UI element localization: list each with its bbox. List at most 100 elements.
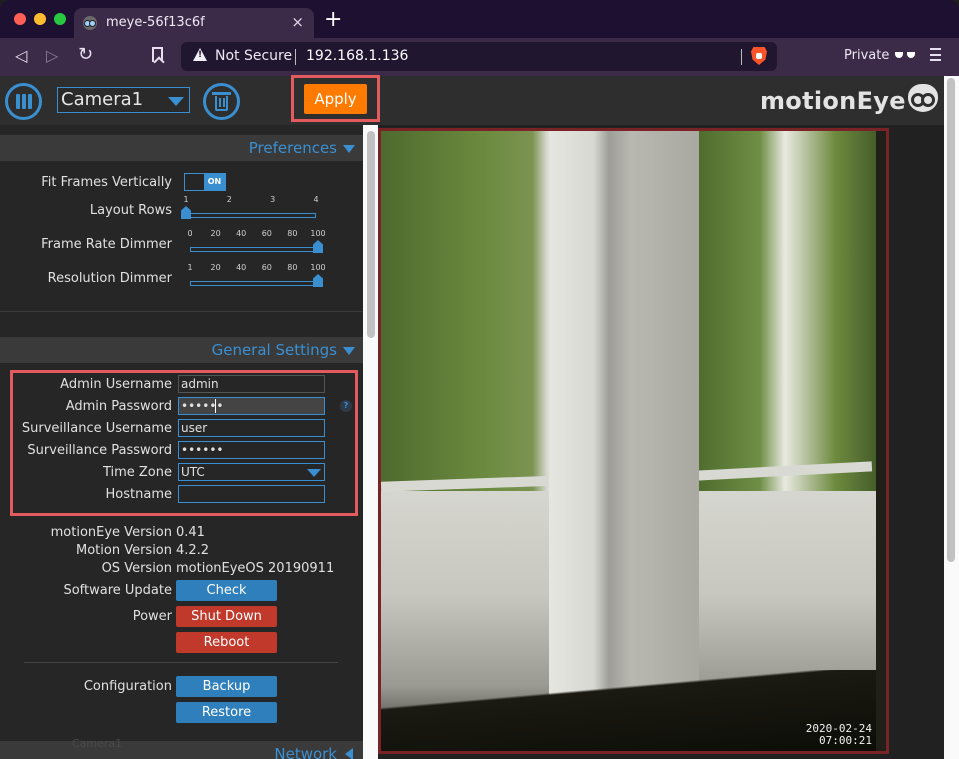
motioneye-version-value: 0.41 (176, 525, 205, 540)
section-preferences[interactable]: Preferences (0, 135, 363, 161)
page-header: Camera1 Apply motionEye (0, 75, 944, 125)
camera-name-ghost: Camera1 (72, 737, 123, 750)
slider-thumb[interactable] (313, 240, 323, 253)
url-separator (295, 49, 296, 65)
resolution-dimmer-slider[interactable]: 1 20 40 60 80 100 (187, 263, 330, 293)
admin-username-label: Admin Username (60, 377, 172, 392)
hostname-input[interactable] (178, 485, 325, 503)
help-icon[interactable]: ? (340, 400, 352, 412)
close-window-button[interactable] (14, 13, 26, 25)
url-separator (741, 49, 742, 65)
address-bar[interactable]: Not Secure 192.168.1.136 (181, 42, 777, 71)
restore-button[interactable]: Restore (176, 702, 277, 723)
slider-thumb[interactable] (181, 206, 191, 219)
motion-version-value: 4.2.2 (176, 543, 210, 558)
surveillance-username-label: Surveillance Username (21, 421, 172, 436)
section-general-settings[interactable]: General Settings (0, 337, 363, 363)
slider-track[interactable] (186, 213, 316, 218)
slider-tick-label: 1 (183, 195, 189, 204)
admin-username-input[interactable]: admin (178, 375, 325, 393)
remove-camera-button[interactable] (203, 83, 240, 120)
reboot-button[interactable]: Reboot (176, 632, 277, 653)
hamburger-menu-icon[interactable] (930, 48, 941, 61)
os-version-value: motionEyeOS 20190911 (176, 561, 335, 576)
new-tab-button[interactable]: + (324, 9, 342, 31)
surveillance-password-label: Surveillance Password (27, 443, 172, 458)
layout-rows-slider[interactable]: 1 2 3 4 (181, 195, 326, 225)
slider-track[interactable] (190, 281, 318, 286)
section-network-label[interactable]: Network (274, 745, 337, 759)
browser-tab[interactable]: meye-56f13c6f × (74, 8, 314, 38)
scrollbar-thumb[interactable] (367, 131, 375, 338)
reload-button[interactable]: ↻ (78, 44, 93, 65)
private-glasses-icon (895, 52, 915, 59)
trash-icon-body (215, 96, 228, 111)
tab-title: meye-56f13c6f (106, 15, 205, 30)
power-label: Power (132, 609, 172, 624)
back-button[interactable]: ◁ (15, 46, 27, 65)
slider-tick-label: 60 (261, 229, 272, 238)
resolution-dimmer-label: Resolution Dimmer (47, 271, 172, 286)
url-text[interactable]: 192.168.1.136 (306, 48, 408, 64)
motioneye-version-label: motionEye Version (50, 525, 172, 540)
slider-track[interactable] (190, 247, 318, 252)
zoom-window-button[interactable] (54, 13, 66, 25)
minimize-window-button[interactable] (34, 13, 46, 25)
tab-close-icon[interactable]: × (291, 13, 304, 31)
browser-titlebar: meye-56f13c6f × + (0, 0, 959, 38)
backup-button[interactable]: Backup (176, 676, 277, 697)
slider-tick-label: 60 (261, 263, 272, 272)
motioneye-page: Camera1 Apply motionEye Preferences Fit … (0, 75, 959, 759)
settings-scrollbar[interactable] (363, 125, 378, 759)
chevron-down-icon (343, 145, 355, 153)
camera-image-pillar (549, 131, 699, 751)
chevron-left-icon (345, 748, 353, 759)
admin-password-input[interactable]: •••••• (178, 397, 325, 415)
camera-select[interactable]: Camera1 (57, 87, 190, 113)
surveillance-username-input[interactable]: user (178, 419, 325, 437)
slider-tick-label: 40 (236, 229, 247, 238)
warning-icon (193, 48, 207, 61)
motion-version-label: Motion Version (75, 543, 172, 558)
settings-panel: Preferences Fit Frames Vertically ON Lay… (0, 125, 363, 759)
fit-frames-toggle[interactable]: ON (184, 173, 226, 191)
slider-tick-label: 2 (226, 195, 232, 204)
frame-rate-dimmer-label: Frame Rate Dimmer (41, 237, 172, 252)
scrollbar-thumb[interactable] (947, 78, 955, 562)
owl-logo-icon (908, 84, 938, 112)
trash-icon (212, 92, 231, 95)
brave-shields-icon[interactable] (751, 47, 767, 65)
os-version-label: OS Version (101, 561, 172, 576)
browser-toolbar: ◁ ▷ ↻ Not Secure 192.168.1.136 Private (0, 38, 959, 76)
chevron-down-icon (307, 469, 321, 477)
divider (24, 662, 338, 663)
frame-rate-dimmer-slider[interactable]: 0 20 40 60 80 100 (187, 229, 330, 259)
shutdown-button[interactable]: Shut Down (176, 606, 277, 627)
slider-tick-label: 4 (313, 195, 319, 204)
section-general-settings-label: General Settings (211, 341, 337, 359)
slider-tick-label: 20 (210, 263, 221, 272)
slider-tick-label: 80 (287, 263, 298, 272)
slider-thumb[interactable] (313, 274, 323, 287)
page-scrollbar[interactable] (944, 76, 959, 759)
time-zone-select[interactable]: UTC (178, 463, 325, 481)
slider-tick-label: 1 (187, 263, 193, 272)
camera-select-value: Camera1 (61, 89, 144, 110)
menu-bar-icon (28, 94, 32, 109)
menu-bar-icon (22, 94, 26, 109)
apply-button[interactable]: Apply (304, 84, 367, 114)
camera-time: 07:00:21 (819, 734, 872, 747)
time-zone-value: UTC (181, 465, 205, 479)
surveillance-password-input[interactable]: •••••• (178, 441, 325, 459)
camera-frame[interactable]: 2020-02-24 07:00:21 (378, 128, 889, 754)
slider-tick-label: 3 (270, 195, 276, 204)
check-update-button[interactable]: Check (176, 580, 277, 601)
admin-password-label: Admin Password (65, 399, 172, 414)
slider-tick-label: 100 (310, 229, 326, 238)
forward-button[interactable]: ▷ (46, 46, 58, 65)
bookmark-icon[interactable] (152, 47, 163, 62)
configuration-label: Configuration (83, 679, 172, 694)
main-menu-button[interactable] (5, 83, 42, 120)
security-indicator[interactable]: Not Secure (215, 48, 292, 64)
toggle-state: ON (204, 174, 225, 190)
